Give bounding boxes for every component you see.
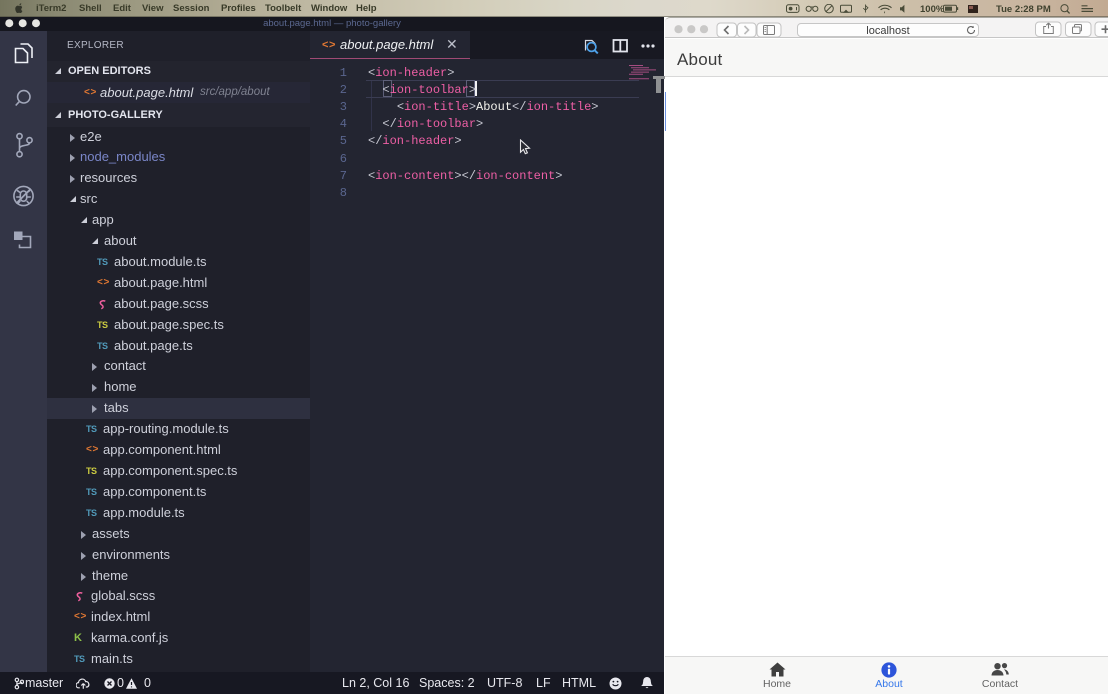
svg-text:100%: 100% (920, 4, 945, 14)
svg-text:Tue 2:28 PM: Tue 2:28 PM (996, 4, 1051, 14)
